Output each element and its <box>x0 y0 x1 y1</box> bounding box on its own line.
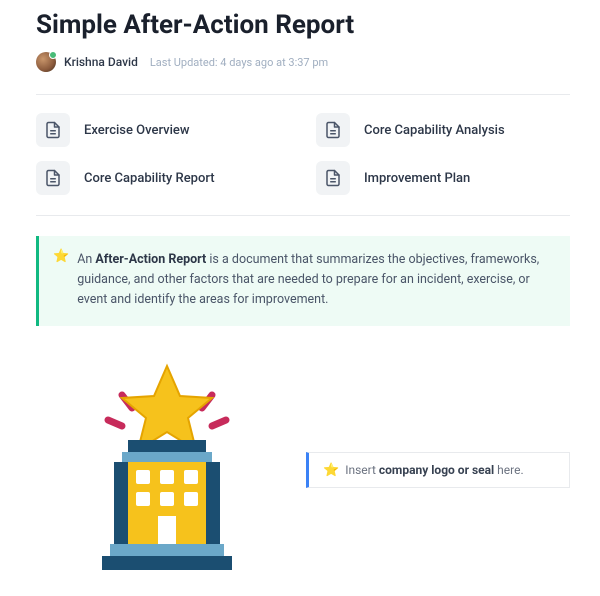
last-updated: Last Updated: 4 days ago at 3:37 pm <box>150 56 328 69</box>
author-name[interactable]: Krishna David <box>64 55 138 69</box>
avatar[interactable] <box>36 52 56 72</box>
toc-item-core-capability-report[interactable]: Core Capability Report <box>36 161 290 195</box>
toc-label: Exercise Overview <box>84 123 190 138</box>
document-icon <box>316 161 350 195</box>
logo-prompt-bold: company logo or seal <box>379 463 494 477</box>
toc-item-improvement-plan[interactable]: Improvement Plan <box>316 161 570 195</box>
toc-label: Core Capability Analysis <box>364 123 505 138</box>
toc-label: Core Capability Report <box>84 171 215 186</box>
toc-label: Improvement Plan <box>364 171 470 186</box>
logo-prompt-suffix: here. <box>494 463 523 477</box>
page-title: Simple After-Action Report <box>36 10 570 40</box>
document-icon <box>36 113 70 147</box>
illustration-row: ⭐ Insert company logo or seal here. <box>36 360 570 580</box>
definition-term: After-Action Report <box>95 252 206 267</box>
toc-item-core-capability-analysis[interactable]: Core Capability Analysis <box>316 113 570 147</box>
definition-callout: ⭐ An After-Action Report is a document t… <box>36 236 570 326</box>
definition-prefix: An <box>77 252 95 267</box>
star-icon: ⭐ <box>323 464 339 477</box>
document-icon <box>36 161 70 195</box>
toc-grid: Exercise Overview Core Capability Analys… <box>36 95 570 215</box>
building-star-illustration <box>62 360 272 580</box>
meta-row: Krishna David Last Updated: 4 days ago a… <box>36 52 570 72</box>
document-icon <box>316 113 350 147</box>
logo-prompt-text: Insert company logo or seal here. <box>345 463 523 477</box>
divider <box>36 215 570 216</box>
toc-item-exercise-overview[interactable]: Exercise Overview <box>36 113 290 147</box>
logo-placeholder-callout[interactable]: ⭐ Insert company logo or seal here. <box>306 452 570 488</box>
definition-text: An After-Action Report is a document tha… <box>77 250 552 310</box>
star-icon: ⭐ <box>53 250 69 310</box>
logo-prompt-prefix: Insert <box>345 463 379 477</box>
